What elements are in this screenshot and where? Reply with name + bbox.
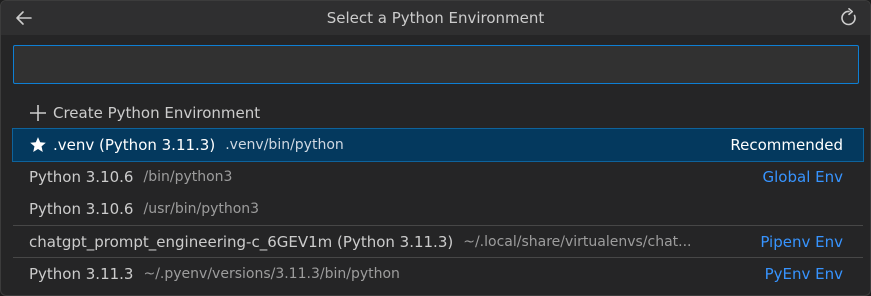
- list-item-label: chatgpt_prompt_engineering-c_6GEV1m (Pyt…: [29, 232, 454, 251]
- list-item-python-3-10-6-bin[interactable]: Python 3.10.6 /bin/python3 Global Env: [13, 161, 863, 193]
- list-item-label: Python 3.10.6: [29, 200, 134, 218]
- quick-pick-title: Select a Python Environment: [326, 9, 545, 27]
- search-input[interactable]: [13, 45, 859, 84]
- recommended-badge: Recommended: [730, 136, 843, 154]
- list-item-path: .venv/bin/python: [225, 137, 344, 153]
- star-icon: [29, 136, 53, 154]
- list-item-path: /bin/python3: [143, 169, 233, 185]
- quick-pick-titlebar: Select a Python Environment: [1, 1, 870, 35]
- refresh-icon: [841, 8, 856, 26]
- list-item-label: Python 3.10.6: [29, 168, 134, 186]
- list-item-path: ~/.pyenv/versions/3.11.3/bin/python: [143, 265, 400, 282]
- refresh-button[interactable]: [836, 5, 862, 31]
- list-item-label: .venv (Python 3.11.3): [53, 136, 216, 154]
- global-env-badge: Global Env: [762, 168, 843, 186]
- list-item-create-environment[interactable]: Create Python Environment: [13, 97, 863, 129]
- list-item-python-3-10-6-usr-bin[interactable]: Python 3.10.6 /usr/bin/python3: [13, 193, 863, 225]
- list-item-pipenv[interactable]: chatgpt_prompt_engineering-c_6GEV1m (Pyt…: [13, 225, 863, 257]
- pipenv-env-badge: Pipenv Env: [760, 232, 843, 251]
- quick-pick-panel: Select a Python Environment Create Pytho…: [0, 0, 871, 296]
- list-item-label: Create Python Environment: [53, 104, 261, 122]
- pyenv-env-badge: PyEnv Env: [764, 264, 843, 283]
- list-item-pyenv[interactable]: Python 3.11.3 ~/.pyenv/versions/3.11.3/b…: [13, 257, 863, 289]
- list-item-path: ~/.local/share/virtualenvs/chat...: [463, 233, 692, 250]
- plus-icon: [29, 104, 53, 122]
- list-item-path: /usr/bin/python3: [143, 201, 260, 217]
- scrollbar[interactable]: [863, 99, 870, 121]
- list-item-venv[interactable]: .venv (Python 3.11.3) .venv/bin/python R…: [12, 128, 864, 162]
- list-item-label: Python 3.11.3: [29, 264, 134, 283]
- environment-list: Create Python Environment .venv (Python …: [12, 97, 864, 289]
